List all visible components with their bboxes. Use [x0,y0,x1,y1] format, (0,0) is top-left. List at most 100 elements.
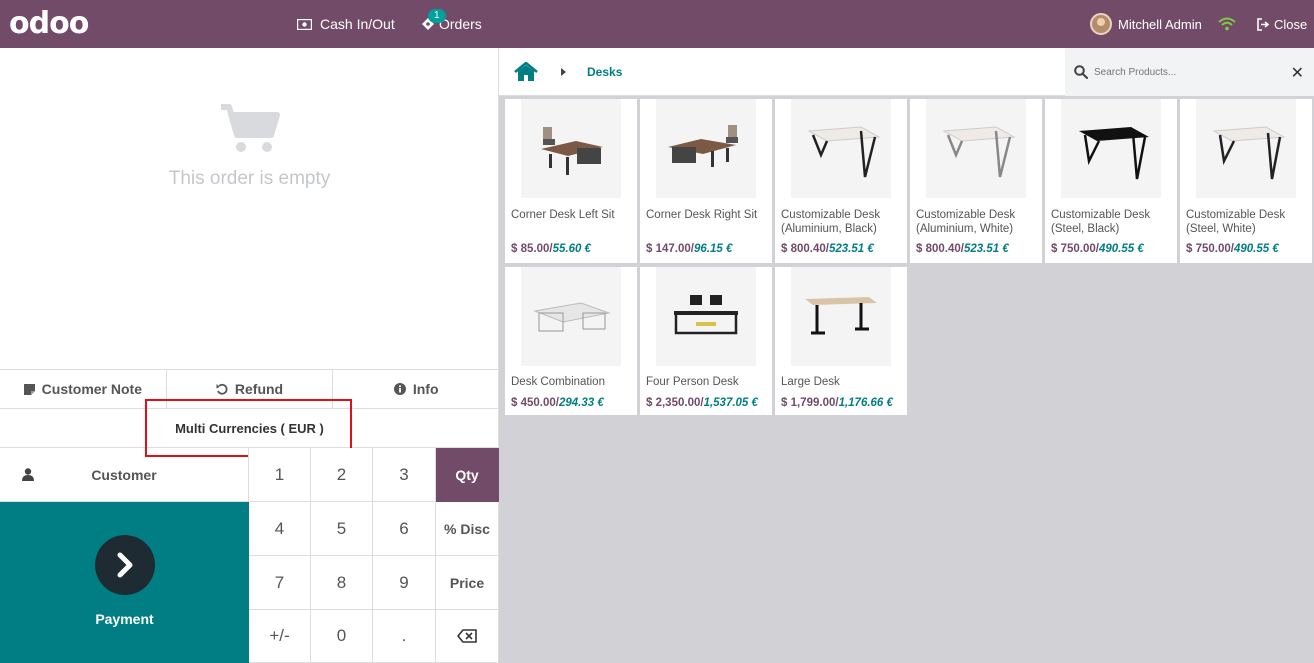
customer-note-button[interactable]: Customer Note [0,370,167,408]
numpad-key-plus-minus[interactable]: +/- [249,610,311,663]
info-icon [393,383,406,395]
category-bar: Desks ✕ [499,48,1314,96]
customer-button[interactable]: Customer [0,448,249,502]
numpad-mode-discount[interactable]: % Disc [436,502,499,556]
numpad-key-decimal[interactable]: . [373,610,436,663]
product-card[interactable]: Four Person Desk $ 2,350.00/1,537.05 € [640,267,772,415]
product-name: Large Desk [781,376,840,388]
close-label: Close [1274,16,1308,32]
price-usd: $ 800.40 [916,243,961,255]
orders-button[interactable]: Orders [421,0,482,48]
numpad-key-8[interactable]: 8 [311,556,373,610]
info-label: Info [412,381,439,397]
product-card[interactable]: Large Desk $ 1,799.00/1,176.66 € [775,267,907,415]
refund-button[interactable]: Refund [167,370,334,408]
product-name: Corner Desk Right Sit [646,209,758,221]
product-price: $ 750.00/490.55 € [1051,243,1144,255]
product-card[interactable]: Corner Desk Right Sit $ 147.00/96.15 € [640,99,772,263]
cash-in-out-label: Cash In/Out [320,16,395,32]
clear-search-icon[interactable]: ✕ [1291,63,1304,83]
product-screen: Desks ✕ Corner Desk Left Sit $ 85.00/55.… [499,48,1314,663]
product-card[interactable]: Customizable Desk (Steel, White) $ 750.0… [1180,99,1312,263]
product-image [791,267,891,366]
product-image [656,99,756,198]
price-eur: 490.55 € [1233,243,1279,255]
price-eur: 294.33 € [558,397,604,409]
multi-currency-label: Multi Currencies ( EUR ) [175,420,324,436]
customer-note-label: Customer Note [41,381,143,397]
product-name: Desk Combination [511,376,605,388]
price-eur: 523.51 € [963,243,1009,255]
user-menu[interactable]: Mitchell Admin [1090,0,1202,48]
product-image [656,267,756,366]
product-price: $ 2,350.00/1,537.05 € [646,397,758,409]
breadcrumb-desks[interactable]: Desks [587,65,622,79]
numpad-mode-qty[interactable]: Qty [436,448,499,502]
home-icon [514,61,538,81]
product-card[interactable]: Customizable Desk (Aluminium, Black) $ 8… [775,99,907,263]
product-image [926,99,1026,198]
price-eur: 490.55 € [1098,243,1144,255]
top-bar: odoo Cash In/Out Orders 1 Mitchell Admin… [0,0,1314,48]
wifi-icon [1218,17,1236,31]
empty-order: This order is empty [0,103,499,190]
home-button[interactable] [514,61,538,87]
price-usd: $ 450.00 [511,397,556,409]
product-card[interactable]: Customizable Desk (Aluminium, White) $ 8… [910,99,1042,263]
product-card[interactable]: Desk Combination $ 450.00/294.33 € [505,267,637,415]
backspace-icon [457,629,477,643]
product-name: Customizable Desk (Steel, Black) [1051,209,1151,235]
product-image [791,99,891,198]
product-price: $ 800.40/523.51 € [916,243,1009,255]
product-card[interactable]: Corner Desk Left Sit $ 85.00/55.60 € [505,99,637,263]
product-price: $ 147.00/96.15 € [646,243,733,255]
avatar [1090,13,1112,35]
user-icon [22,468,34,481]
product-price: $ 1,799.00/1,176.66 € [781,397,893,409]
refund-label: Refund [234,381,284,397]
product-price: $ 85.00/55.60 € [511,243,591,255]
multi-currency-button[interactable]: Multi Currencies ( EUR ) [0,409,499,448]
breadcrumb-separator-icon [561,68,566,76]
product-name: Corner Desk Left Sit [511,209,615,221]
product-name: Customizable Desk (Steel, White) [1186,209,1286,235]
numpad-key-1[interactable]: 1 [249,448,311,502]
numpad-key-0[interactable]: 0 [311,610,373,663]
numpad-key-9[interactable]: 9 [373,556,436,610]
price-eur: 523.51 € [828,243,874,255]
numpad-mode-price[interactable]: Price [436,556,499,610]
user-name: Mitchell Admin [1118,16,1202,32]
info-button[interactable]: Info [333,370,499,408]
numpad-key-7[interactable]: 7 [249,556,311,610]
close-button[interactable]: Close [1257,0,1307,48]
chevron-right-icon [117,552,132,577]
numpad-backspace[interactable] [436,610,499,663]
numpad-key-5[interactable]: 5 [311,502,373,556]
search-icon [1074,65,1088,79]
price-eur: 55.60 € [552,243,591,255]
cash-in-out-button[interactable]: Cash In/Out [297,0,395,48]
sign-out-icon [1257,17,1270,31]
orders-count-badge: 1 [428,9,446,23]
numpad-key-6[interactable]: 6 [373,502,436,556]
undo-icon [216,383,228,395]
price-eur: 1,537.05 € [703,397,758,409]
price-usd: $ 2,350.00 [646,397,701,409]
product-price: $ 800.40/523.51 € [781,243,874,255]
price-usd: $ 750.00 [1051,243,1096,255]
numpad-key-2[interactable]: 2 [311,448,373,502]
customer-label: Customer [91,466,157,483]
price-usd: $ 750.00 [1186,243,1231,255]
search-input[interactable] [1094,66,1284,78]
product-card[interactable]: Customizable Desk (Steel, Black) $ 750.0… [1045,99,1177,263]
payment-button[interactable]: Payment [0,502,249,663]
odoo-logo: odoo [9,6,89,41]
product-image [521,267,621,366]
note-icon [23,383,35,395]
product-price: $ 750.00/490.55 € [1186,243,1279,255]
control-buttons: Customer Note Refund Info [0,369,499,409]
payment-circle [94,534,155,595]
wifi-status [1218,0,1244,48]
numpad-key-4[interactable]: 4 [249,502,311,556]
numpad-key-3[interactable]: 3 [373,448,436,502]
